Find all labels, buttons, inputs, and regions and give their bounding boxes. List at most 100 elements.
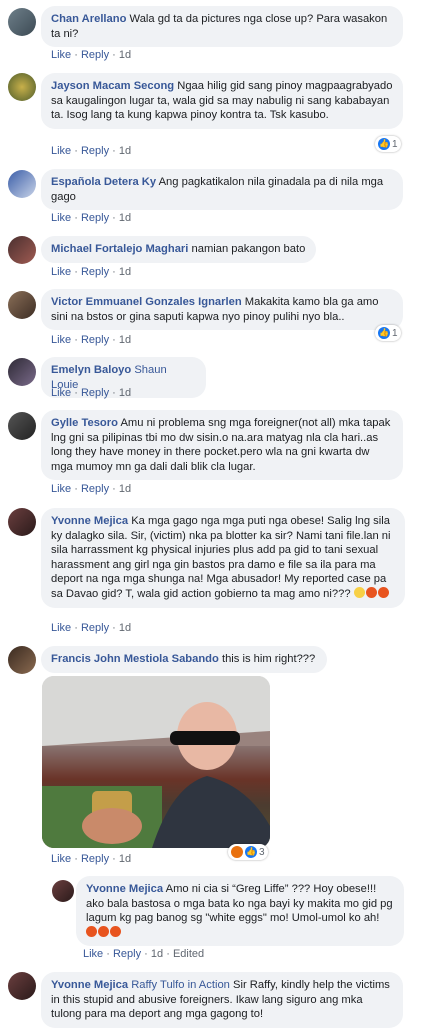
comment-actions: Like · Reply · 1d xyxy=(51,483,131,495)
comment-actions: Like · Reply · 1d xyxy=(51,334,131,346)
separator: · xyxy=(74,49,78,61)
reply-link[interactable]: Reply xyxy=(81,266,109,278)
author-name[interactable]: Española Detera Ky xyxy=(51,176,156,188)
attached-photo[interactable] xyxy=(42,676,270,848)
reply-link[interactable]: Reply xyxy=(81,145,109,157)
separator: · xyxy=(112,622,116,634)
avatar[interactable] xyxy=(8,8,36,36)
edited-label[interactable]: Edited xyxy=(173,948,204,960)
comment-bubble: Michael Fortalejo Maghari namian pakango… xyxy=(41,236,316,263)
timestamp[interactable]: 1d xyxy=(119,334,131,346)
like-link[interactable]: Like xyxy=(51,49,71,61)
comment-actions: Like · Reply · 1d xyxy=(51,853,131,865)
timestamp[interactable]: 1d xyxy=(151,948,163,960)
like-reaction-icon: 👍 xyxy=(378,138,390,150)
comment-actions: Like · Reply · 1d xyxy=(51,212,131,224)
angry-emoji-icon xyxy=(110,925,121,937)
reaction-count[interactable]: 👍 1 xyxy=(375,325,401,341)
author-name[interactable]: Victor Emmuanel Gonzales Ignarlen xyxy=(51,296,242,308)
separator: · xyxy=(106,948,110,960)
avatar[interactable] xyxy=(8,291,36,319)
comment-actions: Like · Reply · 1d xyxy=(51,145,131,157)
timestamp[interactable]: 1d xyxy=(119,49,131,61)
reply-link[interactable]: Reply xyxy=(81,49,109,61)
separator: · xyxy=(74,334,78,346)
separator: · xyxy=(74,622,78,634)
reply-link[interactable]: Reply xyxy=(113,948,141,960)
like-link[interactable]: Like xyxy=(51,334,71,346)
reaction-number: 1 xyxy=(392,138,398,150)
author-name[interactable]: Michael Fortalejo Maghari xyxy=(51,243,188,255)
reply-link[interactable]: Reply xyxy=(81,334,109,346)
reaction-count[interactable]: 👍 1 xyxy=(375,136,401,152)
avatar[interactable] xyxy=(8,508,36,536)
author-name[interactable]: Emelyn Baloyo xyxy=(51,364,131,376)
timestamp[interactable]: 1d xyxy=(119,853,131,865)
reply-link[interactable]: Reply xyxy=(81,212,109,224)
reply-link[interactable]: Reply xyxy=(81,483,109,495)
like-reaction-icon: 👍 xyxy=(245,846,257,858)
separator: · xyxy=(112,334,116,346)
angry-emoji-icon xyxy=(86,925,97,937)
comment-bubble: Yvonne Mejica Ka mga gago nga mga puti n… xyxy=(41,508,405,608)
like-link[interactable]: Like xyxy=(51,853,71,865)
like-link[interactable]: Like xyxy=(51,266,71,278)
author-name[interactable]: Yvonne Mejica xyxy=(51,979,128,991)
mention-link[interactable]: Raffy Tulfo in Action xyxy=(131,979,230,991)
comment-bubble: Española Detera Ky Ang pagkatikalon nila… xyxy=(41,169,403,211)
timestamp[interactable]: 1d xyxy=(119,622,131,634)
like-link[interactable]: Like xyxy=(83,948,103,960)
separator: · xyxy=(112,266,116,278)
comment-bubble: Francis John Mestiola Sabando this is hi… xyxy=(41,646,327,673)
author-name[interactable]: Yvonne Mejica xyxy=(86,883,163,895)
photo-image xyxy=(42,676,270,848)
separator: · xyxy=(74,483,78,495)
author-name[interactable]: Francis John Mestiola Sabando xyxy=(51,653,219,665)
comment-bubble: Yvonne Mejica Amo ni cia si “Greg Liffe”… xyxy=(76,876,404,947)
author-name[interactable]: Gylle Tesoro xyxy=(51,417,118,429)
comment-bubble: Yvonne Mejica Raffy Tulfo in Action Sir … xyxy=(41,972,403,1028)
author-name[interactable]: Chan Arellano xyxy=(51,13,126,25)
like-link[interactable]: Like xyxy=(51,387,71,399)
separator: · xyxy=(144,948,148,960)
avatar[interactable] xyxy=(8,236,36,264)
separator: · xyxy=(112,853,116,865)
separator: · xyxy=(166,948,170,960)
like-link[interactable]: Like xyxy=(51,622,71,634)
comment-bubble: Victor Emmuanel Gonzales Ignarlen Makaki… xyxy=(41,289,403,331)
separator: · xyxy=(74,853,78,865)
separator: · xyxy=(74,212,78,224)
avatar[interactable] xyxy=(8,73,36,101)
comment-bubble: Chan Arellano Wala gd ta da pictures nga… xyxy=(41,6,403,48)
timestamp[interactable]: 1d xyxy=(119,266,131,278)
comment-text: namian pakangon bato xyxy=(191,243,306,255)
separator: · xyxy=(112,145,116,157)
separator: · xyxy=(112,212,116,224)
avatar[interactable] xyxy=(52,880,74,902)
author-name[interactable]: Jayson Macam Secong xyxy=(51,80,174,92)
timestamp[interactable]: 1d xyxy=(119,212,131,224)
author-name[interactable]: Yvonne Mejica xyxy=(51,515,128,527)
avatar[interactable] xyxy=(8,972,36,1000)
like-link[interactable]: Like xyxy=(51,212,71,224)
avatar[interactable] xyxy=(8,170,36,198)
reply-link[interactable]: Reply xyxy=(81,853,109,865)
reaction-number: 1 xyxy=(392,327,398,339)
reply-link[interactable]: Reply xyxy=(81,387,109,399)
comment-bubble: Jayson Macam Secong Ngaa hilig gid sang … xyxy=(41,73,403,129)
separator: · xyxy=(74,266,78,278)
timestamp[interactable]: 1d xyxy=(119,387,131,399)
reply-link[interactable]: Reply xyxy=(81,622,109,634)
separator: · xyxy=(112,49,116,61)
like-link[interactable]: Like xyxy=(51,145,71,157)
reaction-count[interactable]: 👍 3 xyxy=(228,844,268,860)
like-link[interactable]: Like xyxy=(51,483,71,495)
avatar[interactable] xyxy=(8,646,36,674)
avatar[interactable] xyxy=(8,412,36,440)
avatar[interactable] xyxy=(8,358,36,386)
comment-text: Ka mga gago nga mga puti nga obese! Sali… xyxy=(51,515,391,600)
comment-text: this is him right??? xyxy=(221,653,316,665)
timestamp[interactable]: 1d xyxy=(119,145,131,157)
comment-actions: Like · Reply · 1d xyxy=(51,622,131,634)
timestamp[interactable]: 1d xyxy=(119,483,131,495)
